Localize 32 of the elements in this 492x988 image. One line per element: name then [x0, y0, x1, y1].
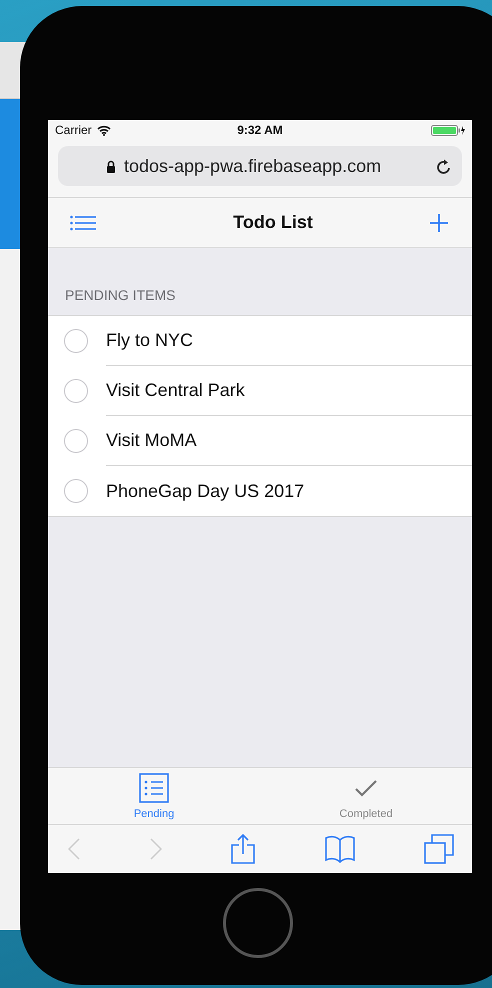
lock-icon [106, 160, 116, 172]
home-button[interactable] [223, 888, 293, 958]
todo-label: PhoneGap Day US 2017 [106, 480, 304, 502]
tabs-icon[interactable] [424, 834, 454, 864]
bookmarks-icon[interactable] [324, 835, 354, 863]
address-bar[interactable]: todos-app-pwa.firebaseapp.com [58, 146, 462, 186]
checkbox[interactable] [64, 429, 88, 453]
section-header: PENDING ITEMS [65, 287, 176, 303]
todo-item[interactable]: Fly to NYC [48, 316, 472, 366]
todo-item[interactable]: Visit Central Park [48, 366, 472, 416]
share-icon[interactable] [231, 834, 255, 864]
carrier-label: Carrier [55, 123, 92, 137]
status-time: 9:32 AM [237, 123, 283, 137]
page-title: Todo List [233, 212, 313, 233]
todo-label: Visit MoMA [106, 430, 197, 451]
wifi-icon [96, 124, 111, 136]
todo-label: Fly to NYC [106, 330, 194, 351]
forward-icon[interactable] [150, 838, 162, 860]
menu-icon[interactable] [70, 214, 96, 230]
add-icon[interactable] [430, 214, 448, 232]
todo-item[interactable]: PhoneGap Day US 2017 [48, 466, 472, 516]
checkbox[interactable] [64, 329, 88, 353]
tab[interactable]: Pending [48, 768, 260, 824]
todo-label: Visit Central Park [106, 380, 245, 401]
checkbox[interactable] [64, 479, 88, 503]
back-icon[interactable] [68, 838, 80, 860]
url-text: todos-app-pwa.firebaseapp.com [124, 156, 382, 176]
checkbox[interactable] [64, 379, 88, 403]
list-icon [139, 773, 169, 803]
todo-item[interactable]: Visit MoMA [48, 416, 472, 466]
reload-icon[interactable] [436, 158, 452, 174]
battery-icon [431, 124, 465, 136]
